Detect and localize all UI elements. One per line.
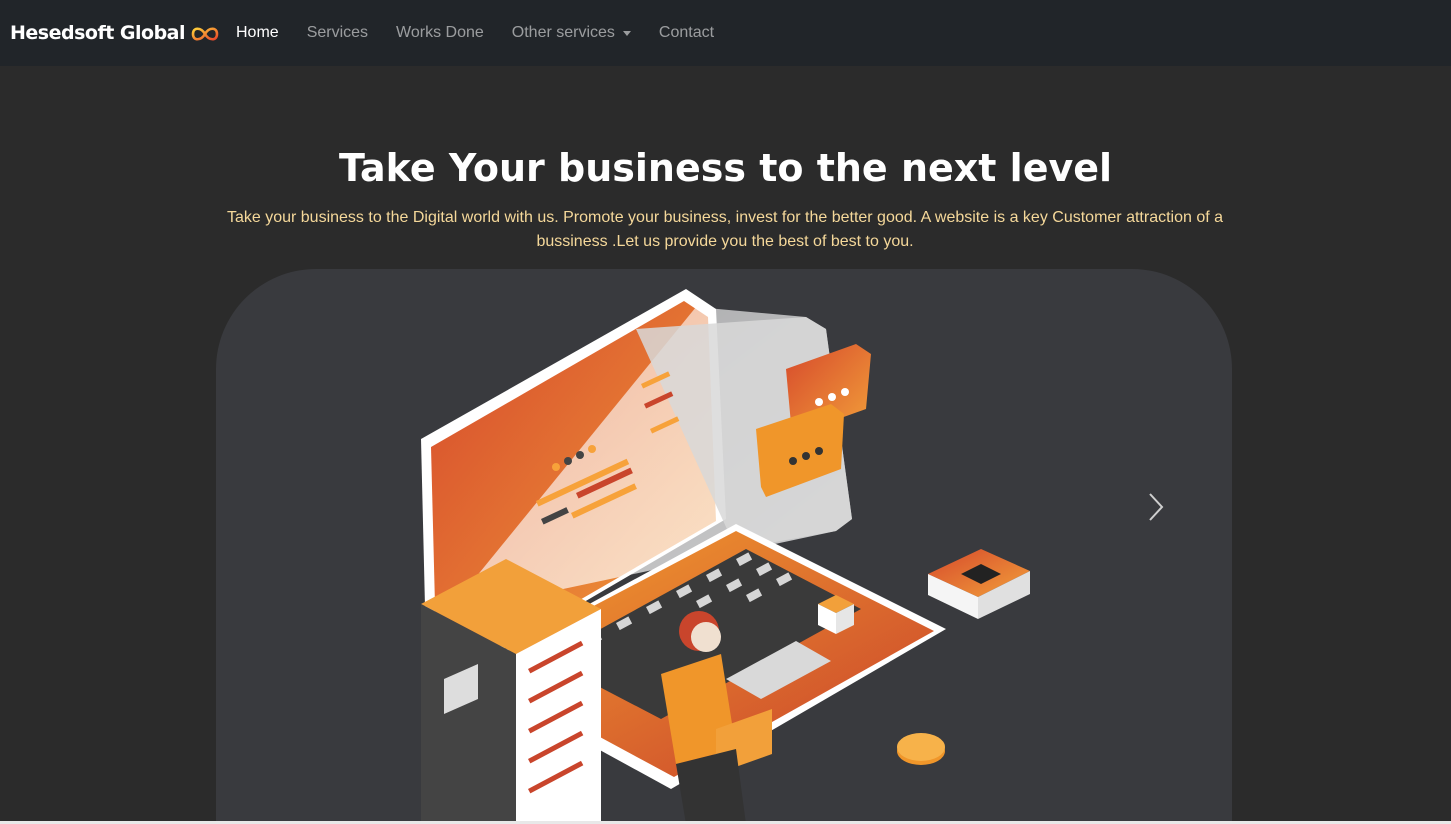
infinity-logo-icon xyxy=(191,27,219,41)
nav-links: Home Services Works Done Other services … xyxy=(236,0,742,66)
laptop-server-isometric-illustration xyxy=(421,289,1030,824)
nav-item-label: Works Done xyxy=(396,24,484,41)
nav-item-works-done[interactable]: Works Done xyxy=(396,24,484,42)
nav-item-label: Other services xyxy=(511,24,615,41)
nav-item-label: Services xyxy=(306,24,369,41)
navbar: Hesedsoft Global Home Services Works Don… xyxy=(0,0,1451,66)
chevron-right-icon xyxy=(1149,493,1164,521)
nav-item-services[interactable]: Services xyxy=(307,24,368,42)
brand-name: Hesedsoft Global xyxy=(10,22,186,44)
hero-subtitle: Take your business to the Digital world … xyxy=(226,209,1224,250)
nav-item-label: Contact xyxy=(658,24,715,41)
caret-down-icon xyxy=(622,31,631,36)
nav-item-other-services-dropdown[interactable]: Other services xyxy=(512,24,631,42)
hero-title: Take Your business to the next level xyxy=(338,146,1113,190)
hero-carousel xyxy=(216,269,1232,824)
nav-item-home[interactable]: Home xyxy=(236,24,279,42)
brand-link[interactable]: Hesedsoft Global xyxy=(10,20,221,46)
carousel-next-button[interactable] xyxy=(1136,487,1176,527)
nav-item-label: Home xyxy=(236,24,279,41)
nav-item-contact[interactable]: Contact xyxy=(659,24,714,42)
